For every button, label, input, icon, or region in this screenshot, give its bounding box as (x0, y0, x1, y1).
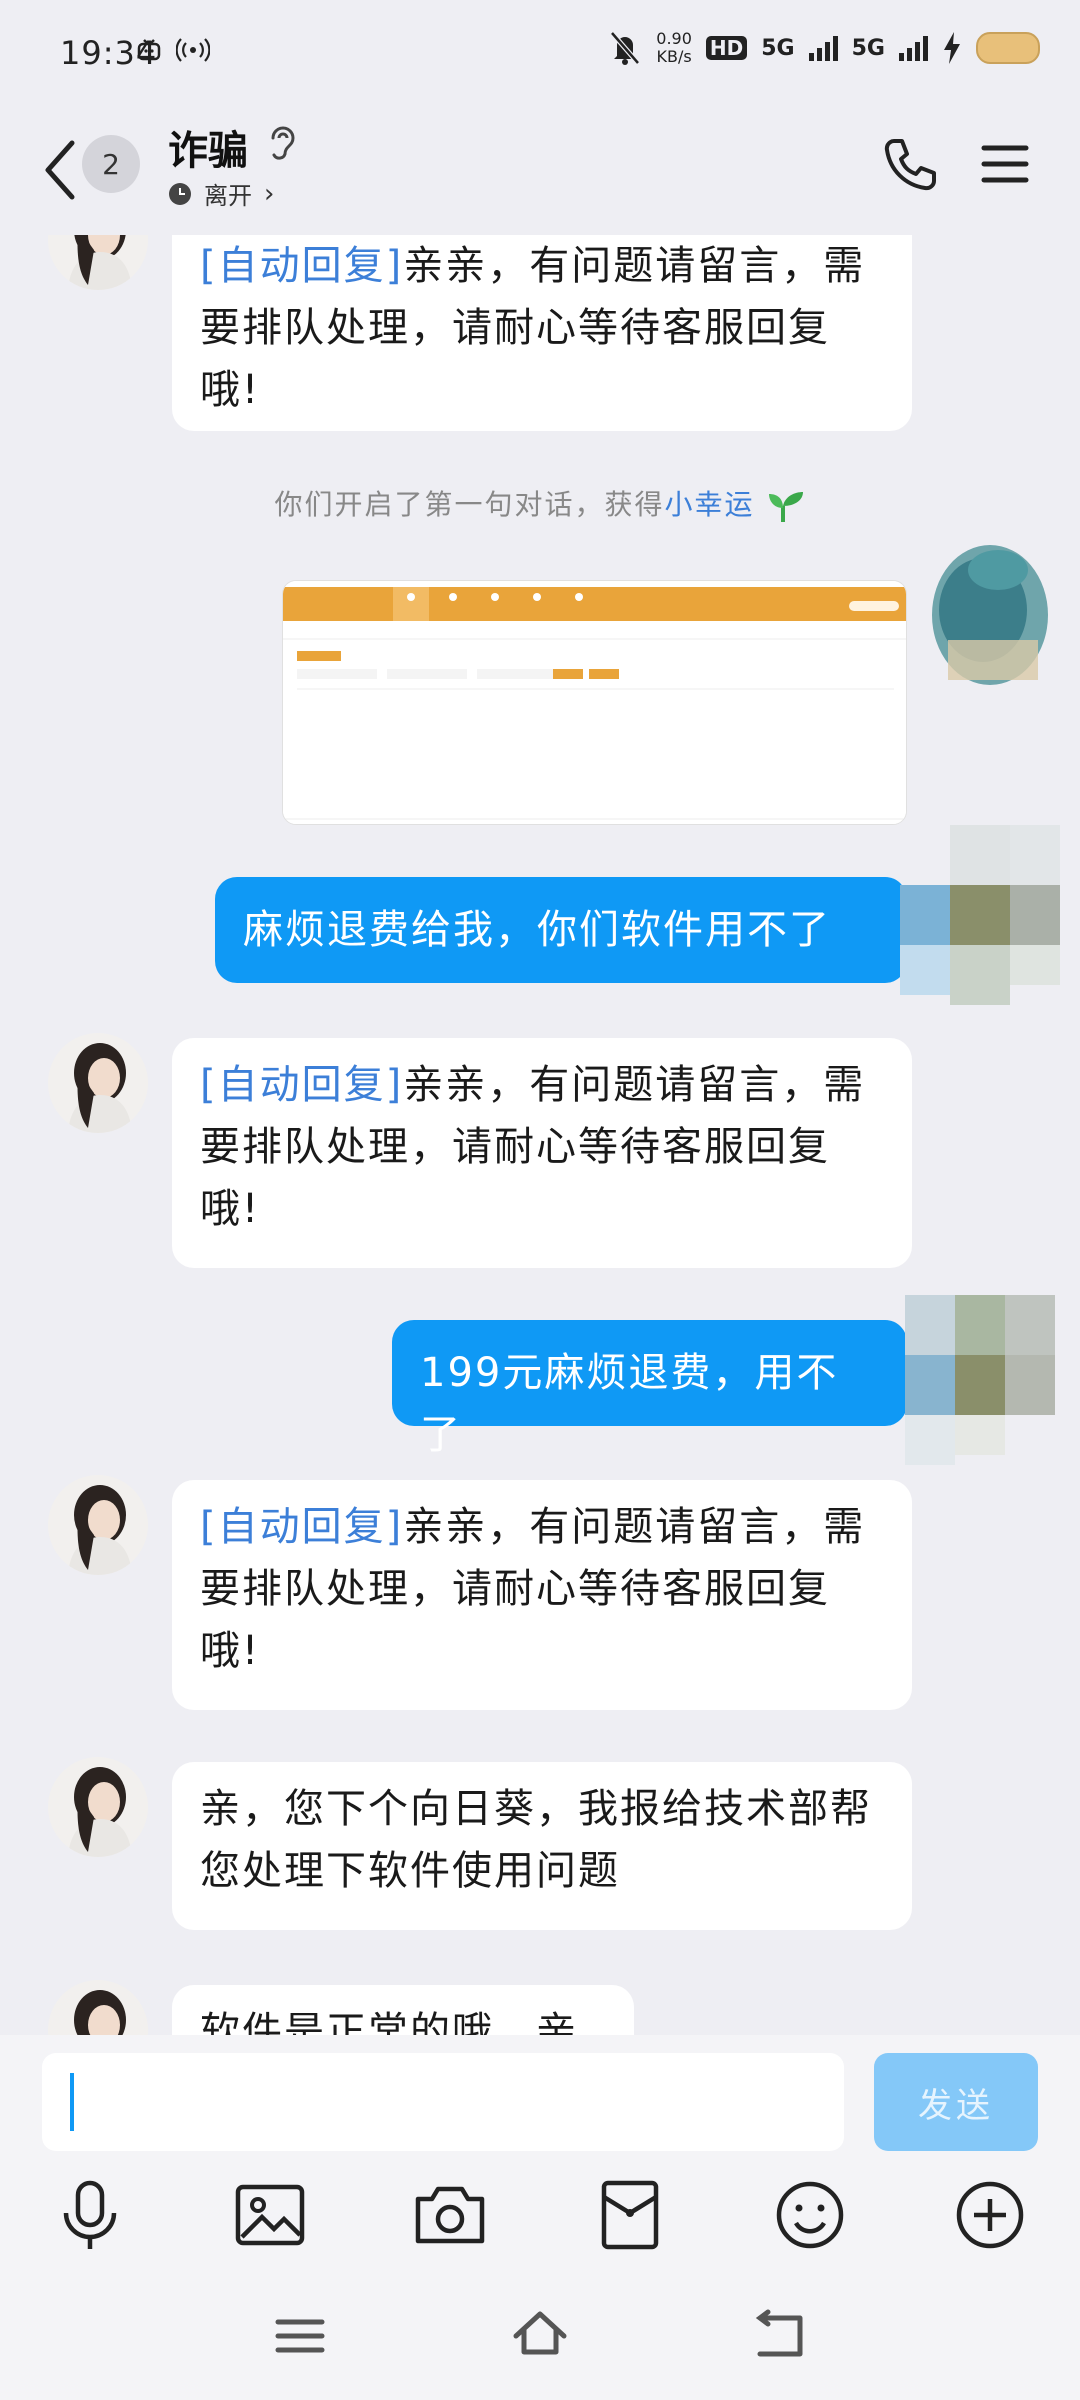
system-navigation-bar (0, 2280, 1080, 2400)
signal-bars-1 (808, 35, 838, 61)
network-type-1: 5G (761, 35, 795, 61)
signal-bars-2 (899, 35, 928, 61)
contact-avatar[interactable] (48, 1033, 148, 1133)
screenshot-thumbnail (283, 581, 906, 824)
hotspot-icon (176, 38, 210, 62)
battery-icon (976, 32, 1040, 64)
chat-title[interactable]: 诈骗 (168, 118, 248, 176)
phone-icon[interactable] (880, 135, 940, 195)
status-text: 离开 (204, 182, 252, 210)
contact-avatar[interactable] (48, 235, 148, 290)
message-bubble-incoming[interactable]: 亲，您下个向日葵，我报给技术部帮您处理下软件使用问题 (172, 1762, 912, 1930)
mute-bell-icon (610, 31, 641, 65)
sprout-icon (769, 492, 804, 522)
user-avatar[interactable] (928, 530, 1058, 700)
clock-icon (169, 182, 191, 205)
auto-reply-tag: [自动回复] (200, 1062, 404, 1108)
chevron-right-icon: › (264, 178, 275, 209)
contact-avatar[interactable] (48, 1475, 148, 1575)
auto-reply-tag: [自动回复] (200, 243, 404, 289)
message-text: 软件是正常的哦，亲 (200, 2009, 578, 2035)
microphone-icon[interactable] (50, 2175, 130, 2255)
send-button[interactable]: 发送 (874, 2053, 1038, 2151)
message-list[interactable]: [自动回复]亲亲，有问题请留言，需要排队处理，请耐心等待客服回复哦! 你们开启了… (0, 235, 1080, 2035)
message-bubble-incoming[interactable]: 软件是正常的哦，亲 (172, 1985, 634, 2035)
status-right-icons: 0.90 KB/s HD 5G 5G (608, 30, 1040, 66)
message-bubble-incoming[interactable]: [自动回复]亲亲，有问题请留言，需要排队处理，请耐心等待客服回复哦! (172, 235, 912, 431)
status-bar: 19:34 0.90 KB/s HD 5G 5G (0, 0, 1080, 110)
back-arrow-icon[interactable] (38, 135, 88, 205)
message-text: 麻烦退费给我，你们软件用不了 (243, 907, 831, 953)
ear-icon (271, 126, 295, 160)
system-message: 你们开启了第一句对话，获得小幸运 (0, 483, 1080, 524)
image-message[interactable] (282, 580, 907, 825)
charging-icon (944, 32, 960, 64)
red-packet-icon[interactable] (590, 2175, 670, 2255)
lucky-link[interactable]: 小幸运 (665, 488, 755, 521)
back-icon[interactable] (750, 2308, 810, 2364)
message-bubble-outgoing[interactable]: 麻烦退费给我，你们软件用不了 (215, 877, 907, 983)
message-bubble-incoming[interactable]: [自动回复]亲亲，有问题请留言，需要排队处理，请耐心等待客服回复哦! (172, 1480, 912, 1710)
camera-icon[interactable] (410, 2175, 490, 2255)
text-cursor (70, 2073, 74, 2131)
online-status[interactable]: 离开 › (168, 176, 274, 211)
home-icon[interactable] (510, 2308, 570, 2364)
network-type-2: 5G (851, 35, 885, 61)
contact-avatar[interactable] (48, 1980, 148, 2035)
message-bubble-incoming[interactable]: [自动回复]亲亲，有问题请留言，需要排队处理，请耐心等待客服回复哦! (172, 1038, 912, 1268)
contact-avatar[interactable] (48, 1757, 148, 1857)
menu-icon[interactable] (270, 2308, 330, 2364)
user-avatar[interactable] (900, 825, 1060, 1025)
status-left-icons (137, 36, 210, 64)
user-avatar[interactable] (905, 1295, 1055, 1475)
network-speed: 0.90 KB/s (656, 29, 692, 66)
image-icon[interactable] (230, 2175, 310, 2255)
plus-icon[interactable] (950, 2175, 1030, 2255)
auto-reply-tag: [自动回复] (200, 1504, 404, 1550)
hd-badge: HD (705, 36, 748, 60)
message-text: 199元麻烦退费，用不了 (420, 1350, 839, 1458)
message-bubble-outgoing[interactable]: 199元麻烦退费，用不了 (392, 1320, 907, 1458)
tv-icon (137, 39, 161, 61)
input-toolbar (0, 2175, 1080, 2275)
chat-header: 2 诈骗 离开 › (0, 110, 1080, 235)
emoji-icon[interactable] (770, 2175, 850, 2255)
unread-count-badge: 2 (82, 135, 140, 193)
menu-icon[interactable] (980, 142, 1030, 186)
message-text: 亲，您下个向日葵，我报给技术部帮您处理下软件使用问题 (200, 1786, 872, 1894)
message-input[interactable] (42, 2053, 844, 2151)
